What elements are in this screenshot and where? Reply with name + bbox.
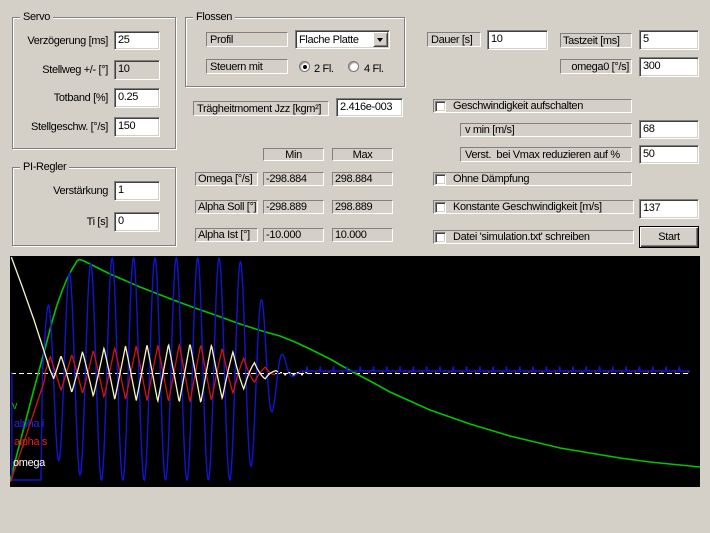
svg-text:alpha s: alpha s — [14, 436, 48, 448]
svg-text:alpha i: alpha i — [14, 418, 44, 430]
svg-text:omega: omega — [13, 457, 46, 469]
svg-text:v: v — [12, 400, 18, 412]
